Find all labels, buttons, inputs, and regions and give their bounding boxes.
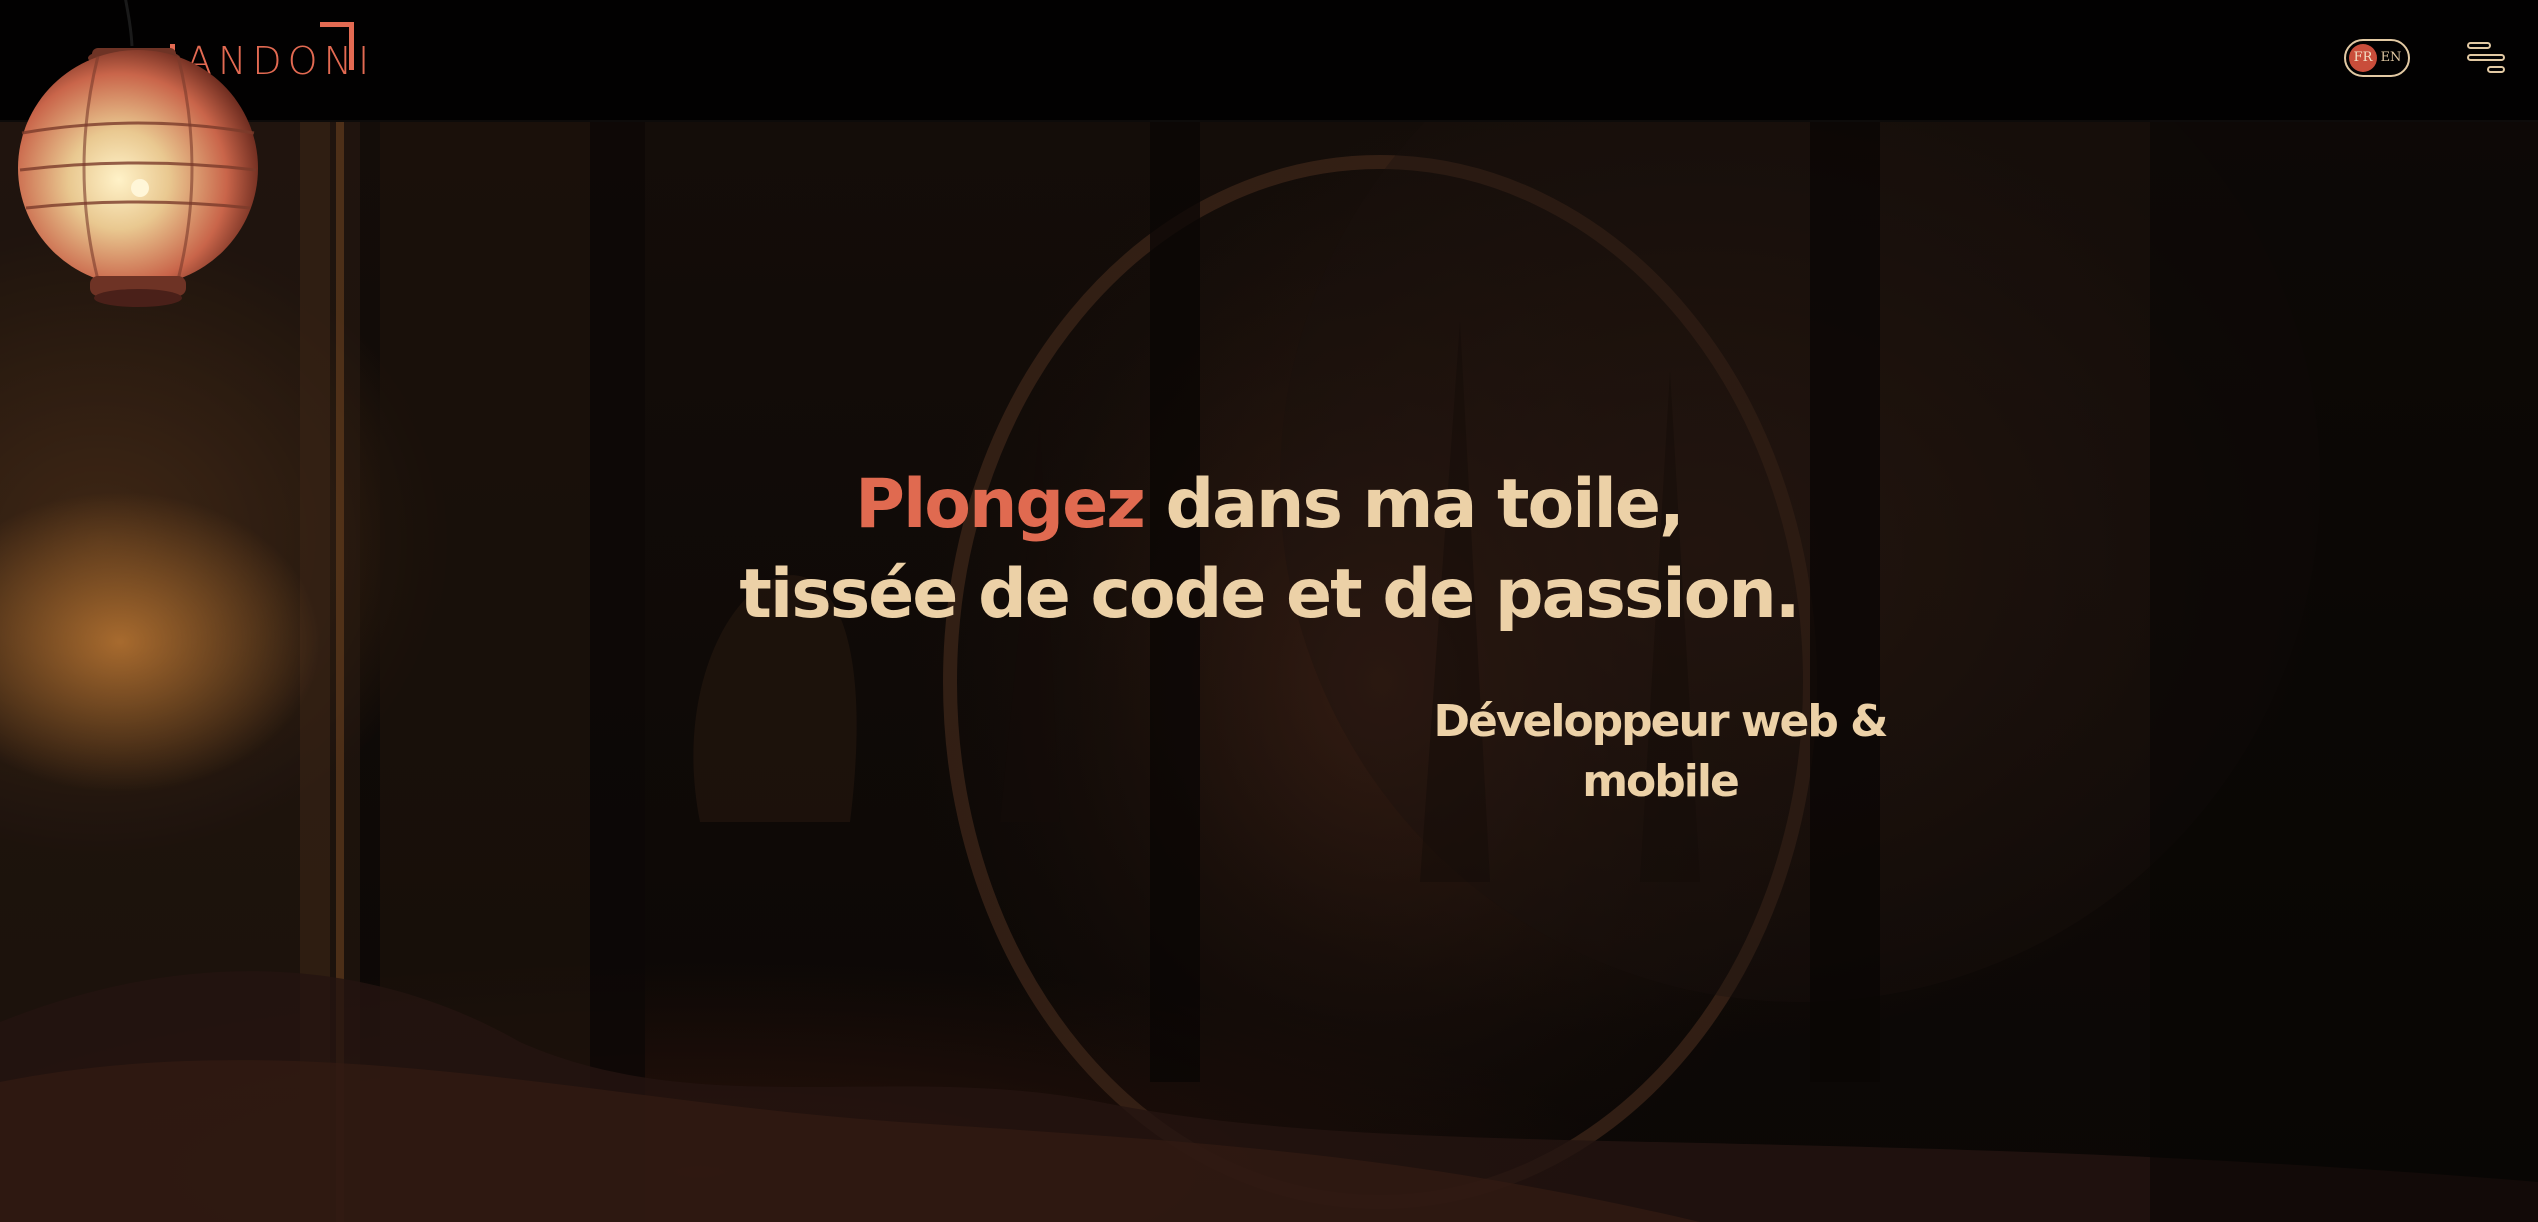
hero-headline-accent: Plongez <box>855 465 1146 544</box>
page: Plongez dans ma toile, tissée de code et… <box>0 0 2538 1222</box>
language-option-en[interactable]: EN <box>2377 44 2405 72</box>
hamburger-menu-icon <box>2467 42 2505 73</box>
menu-button[interactable] <box>2466 40 2506 76</box>
hero-subtitle: Développeur web & mobile <box>1433 696 1888 807</box>
hero-headline-line-2: tissée de code et de passion. <box>739 555 1800 634</box>
language-switch[interactable]: FR EN <box>2344 39 2410 77</box>
site-header: ANDONI FR EN <box>0 0 2538 122</box>
language-option-fr[interactable]: FR <box>2349 44 2377 72</box>
hero-background-image <box>0 122 2538 1222</box>
hero-section: Plongez dans ma toile, tissée de code et… <box>0 122 2538 1222</box>
hero-headline: Plongez dans ma toile, tissée de code et… <box>0 460 2538 640</box>
hero-headline-line-1-rest: dans ma toile, <box>1143 465 1684 544</box>
hero-headline-line-1: Plongez dans ma toile, <box>0 460 2538 550</box>
hanging-lantern-image <box>18 0 258 307</box>
